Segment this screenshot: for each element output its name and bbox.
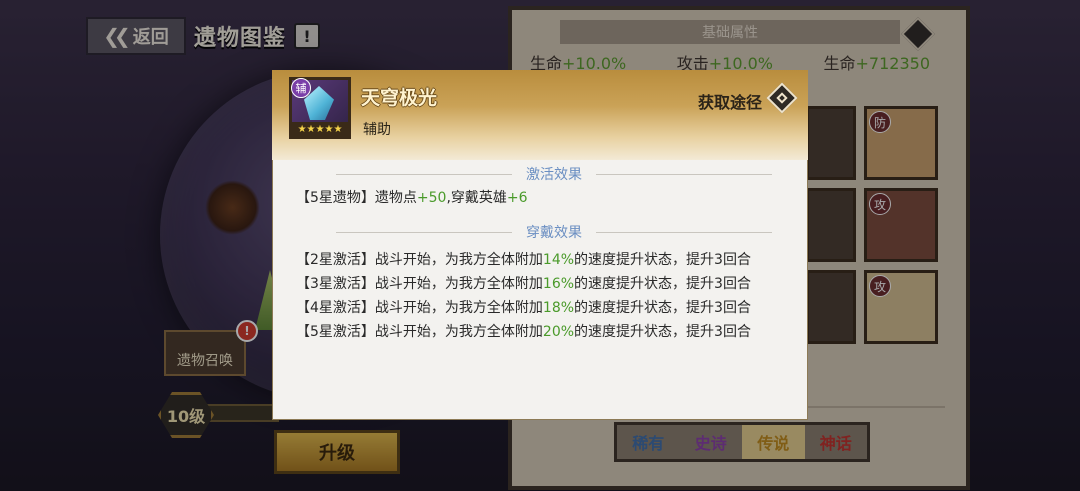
obtain-source-label[interactable]: 获取途径 [698, 89, 762, 113]
relic-type-tag: 辅 [291, 78, 311, 98]
relic-name: 天穹极光 [361, 87, 438, 109]
activate-effect-label: 激活效果 [526, 167, 582, 183]
title-divider [596, 231, 772, 233]
list-item: 【5星激活】战斗开始，为我方全体附加20%的速度提升状态，提升3回合 [296, 324, 751, 340]
title-divider [336, 231, 512, 233]
relic-type: 辅助 [363, 122, 391, 138]
modal-header [272, 70, 808, 160]
list-item: 【4星激活】战斗开始，为我方全体附加18%的速度提升状态，提升3回合 [296, 300, 751, 316]
star-rating: ★★★★★ [291, 122, 349, 136]
list-item: 【2星激活】战斗开始，为我方全体附加14%的速度提升状态，提升3回合 [296, 252, 751, 268]
title-divider [336, 173, 512, 175]
clipped-row [296, 238, 786, 248]
activate-effect-title: 激活效果 [336, 164, 772, 184]
title-divider [596, 173, 772, 175]
wear-effect-list: 【2星激活】战斗开始，为我方全体附加14%的速度提升状态，提升3回合 【3星激活… [296, 238, 786, 344]
list-item: 【3星激活】战斗开始，为我方全体附加16%的速度提升状态，提升3回合 [296, 276, 751, 292]
activate-effect-text: 【5星遗物】遗物点+50,穿戴英雄+6 [296, 190, 528, 206]
